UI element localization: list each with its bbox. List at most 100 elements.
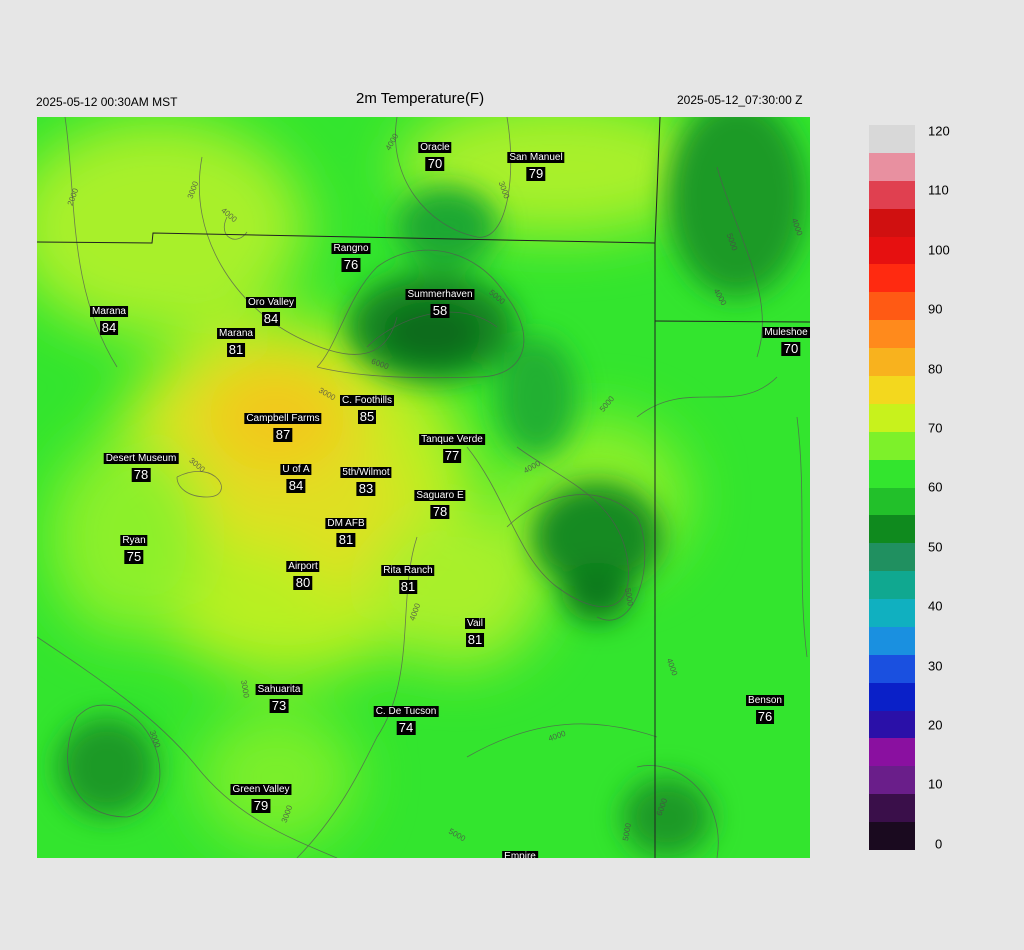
colorbar-band xyxy=(869,514,915,544)
station-name: Campbell Farms xyxy=(244,413,322,424)
station-marker: Desert Museum 78 xyxy=(103,448,179,482)
station-name: Benson xyxy=(746,695,784,706)
colorbar-band xyxy=(869,570,915,600)
station-marker: Campbell Farms 87 xyxy=(244,408,322,442)
colorbar-band xyxy=(869,737,915,767)
station-marker: Saguaro E 78 xyxy=(414,485,466,519)
colorbar xyxy=(869,124,915,850)
colorbar-tick-label: 110 xyxy=(928,182,949,198)
station-name: Sahuarita xyxy=(255,684,303,695)
station-marker: Muleshoe R 70 xyxy=(762,322,810,356)
colorbar-tick-label: 40 xyxy=(928,598,943,614)
station-name: Rita Ranch xyxy=(381,565,435,576)
station-marker: Benson 76 xyxy=(746,690,784,724)
station-marker: DM AFB 81 xyxy=(325,513,367,547)
station-marker: Summerhaven 58 xyxy=(405,284,475,318)
station-name: Oracle xyxy=(418,142,452,153)
station-marker: Tanque Verde 77 xyxy=(419,429,485,463)
station-name: C. Foothills xyxy=(339,395,395,406)
station-temperature: 58 xyxy=(430,303,450,318)
station-name: Summerhaven xyxy=(405,289,475,300)
station-marker: Green Valley 79 xyxy=(230,779,292,813)
colorbar-band xyxy=(869,765,915,795)
station-marker: 5th/Wilmot 83 xyxy=(340,462,392,496)
station-marker: Vail 81 xyxy=(465,613,485,647)
station-name: DM AFB xyxy=(325,518,367,529)
colorbar-band xyxy=(869,124,915,153)
map-title: 2m Temperature(F) xyxy=(356,90,485,107)
station-name: Tanque Verde xyxy=(419,434,485,445)
colorbar-band xyxy=(869,263,915,293)
station-name: Green Valley xyxy=(230,784,292,795)
station-temperature: 79 xyxy=(251,798,271,813)
colorbar-band xyxy=(869,598,915,627)
station-temperature: 78 xyxy=(430,504,450,519)
colorbar-tick-label: 10 xyxy=(928,776,943,792)
colorbar-band xyxy=(869,291,915,321)
colorbar-tick-label: 90 xyxy=(928,301,943,317)
station-marker: Sahuarita 73 xyxy=(255,679,303,713)
station-temperature: 81 xyxy=(465,632,485,647)
station-temperature: 74 xyxy=(396,720,416,735)
colorbar-band xyxy=(869,431,915,460)
station-temperature: 81 xyxy=(336,532,356,547)
station-temperature: 85 xyxy=(357,409,377,424)
station-name: Airport xyxy=(286,561,320,572)
station-temperature: 78 xyxy=(131,467,151,482)
station-name: Ryan xyxy=(120,535,148,546)
colorbar-tick-label: 50 xyxy=(928,539,943,555)
temperature-map: 2000 3000 4000 4000 3000 5000 6000 3000 3000 5000… xyxy=(37,117,810,858)
station-name: Marana xyxy=(90,306,128,317)
colorbar-tick-label: 60 xyxy=(928,479,943,495)
valid-time-local: 2025-05-12 00:30AM MST xyxy=(36,95,178,109)
station-name: Desert Museum xyxy=(103,453,179,464)
colorbar-band xyxy=(869,710,915,739)
colorbar-tick-label: 0 xyxy=(935,836,943,852)
station-marker: Rita Ranch 81 xyxy=(381,560,435,594)
station-temperature: 81 xyxy=(398,579,418,594)
station-temperature: 76 xyxy=(755,709,775,724)
colorbar-band xyxy=(869,152,915,181)
station-temperature: 70 xyxy=(425,156,445,171)
station-name: U of A xyxy=(280,464,312,475)
station-temperature: 76 xyxy=(341,257,361,272)
station-temperature: 84 xyxy=(261,311,281,326)
colorbar-tick-label: 120 xyxy=(928,123,950,139)
colorbar-tick-label: 100 xyxy=(928,242,950,258)
station-name: C. De Tucson xyxy=(373,706,439,717)
colorbar-tick-label: 80 xyxy=(928,361,943,377)
station-temperature: 87 xyxy=(273,427,293,442)
station-marker: Airport 80 xyxy=(286,556,320,590)
colorbar-band xyxy=(869,459,915,488)
station-marker: Marana 81 xyxy=(217,323,255,357)
station-marker: Oro Valley 84 xyxy=(246,292,296,326)
station-marker: Rangno 76 xyxy=(331,238,371,272)
colorbar-band xyxy=(869,208,915,237)
colorbar-band xyxy=(869,821,915,850)
colorbar-band xyxy=(869,319,915,349)
station-marker: C. De Tucson 74 xyxy=(373,701,439,735)
station-name: Marana xyxy=(217,328,255,339)
colorbar-band xyxy=(869,682,915,711)
station-marker: U of A 84 xyxy=(280,459,312,493)
colorbar-tick-label: 20 xyxy=(928,717,943,733)
station-temperature: 83 xyxy=(356,481,376,496)
station-name: Saguaro E xyxy=(414,490,466,501)
valid-time-utc: 2025-05-12_07:30:00 Z xyxy=(677,93,803,107)
station-marker: Oracle 70 xyxy=(418,137,452,171)
station-name: Empire xyxy=(502,851,538,858)
station-temperature: 75 xyxy=(124,549,144,564)
colorbar-tick-label: 70 xyxy=(928,420,943,436)
colorbar-band xyxy=(869,236,915,265)
colorbar-band xyxy=(869,542,915,572)
station-name: Oro Valley xyxy=(246,297,296,308)
colorbar-band xyxy=(869,487,915,516)
station-temperature: 77 xyxy=(442,448,462,463)
station-temperature: 73 xyxy=(269,698,289,713)
station-temperature: 70 xyxy=(781,341,801,356)
station-temperature: 84 xyxy=(286,478,306,493)
station-marker: C. Foothills 85 xyxy=(339,390,395,424)
colorbar-band xyxy=(869,654,915,683)
station-marker: San Manuel 79 xyxy=(507,147,565,181)
station-marker: Ryan 75 xyxy=(120,530,148,564)
